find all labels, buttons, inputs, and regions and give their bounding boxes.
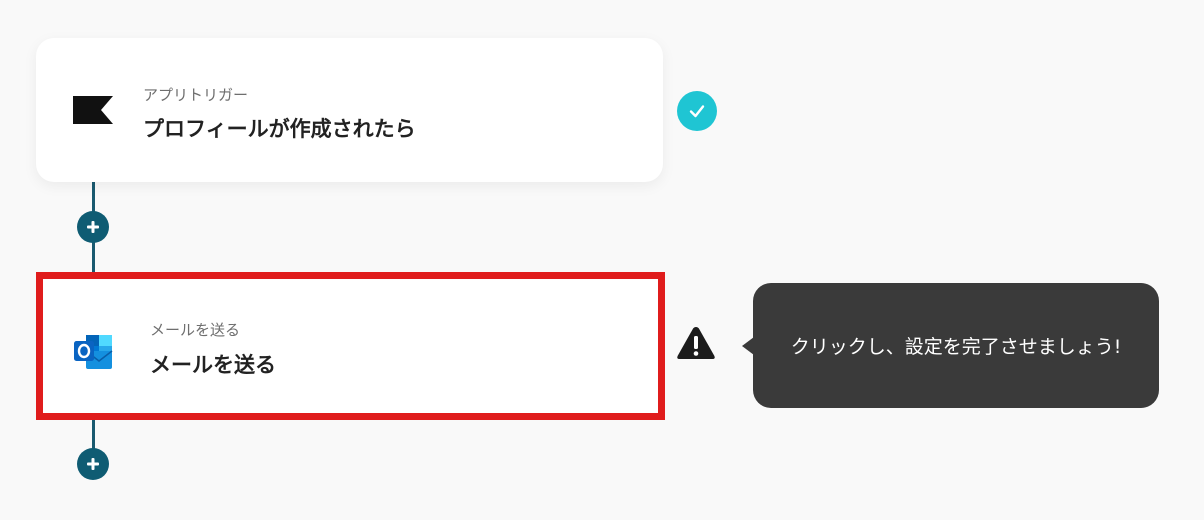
plus-icon — [87, 458, 99, 470]
check-icon — [689, 105, 705, 118]
add-step-button[interactable] — [77, 448, 109, 480]
setup-hint-tooltip: クリックし、設定を完了させましょう! — [753, 283, 1159, 408]
trigger-step-title: プロフィールが作成されたら — [143, 117, 416, 141]
plus-icon — [87, 221, 99, 233]
add-step-button[interactable] — [77, 211, 109, 243]
trigger-step-subtitle: アプリトリガー — [143, 86, 249, 104]
action-step-title: メールを送る — [150, 353, 276, 377]
trigger-step-card[interactable]: アプリトリガー プロフィールが作成されたら — [36, 38, 663, 182]
flow-connector-line — [92, 420, 95, 450]
tooltip-text: クリックし、設定を完了させましょう! — [790, 336, 1122, 358]
warning-icon — [677, 327, 715, 359]
action-step-card[interactable]: メールを送る メールを送る — [36, 272, 665, 420]
action-step-subtitle: メールを送る — [150, 321, 241, 339]
step-completed-badge — [677, 91, 717, 131]
outlook-icon — [74, 335, 113, 369]
flag-icon — [73, 96, 113, 124]
